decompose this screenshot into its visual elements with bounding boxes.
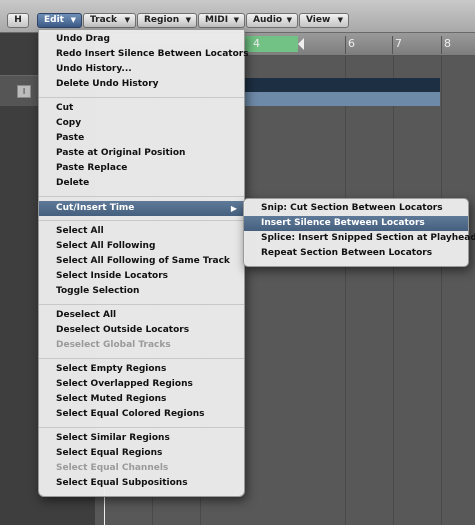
menu-item-cut-insert-time[interactable]: Cut/Insert Time ▶ (39, 201, 244, 216)
menu-item-select-equal-regions[interactable]: Select Equal Regions (39, 446, 244, 461)
edit-menu-button[interactable]: Edit ▼ (37, 13, 82, 28)
chevron-down-icon: ▼ (286, 16, 292, 24)
chevron-down-icon: ▼ (233, 16, 239, 24)
midi-menu-button[interactable]: MIDI ▼ (198, 13, 245, 28)
track-menu-label: Track (90, 15, 117, 25)
submenu-arrow-icon: ▶ (230, 204, 237, 213)
menu-item-select-equal-channels: Select Equal Channels (56, 463, 169, 473)
menu-item-deselect-all[interactable]: Deselect All (39, 308, 244, 323)
region-menu-button[interactable]: Region ▼ (137, 13, 197, 28)
menu-separator (39, 304, 244, 305)
edit-menu: Undo Drag Redo Insert Silence Between Lo… (38, 29, 249, 497)
submenu-item-splice[interactable]: Splice: Insert Snipped Section at Playhe… (244, 231, 475, 246)
menu-separator (39, 196, 244, 197)
ruler-tick (441, 36, 442, 54)
menu-item-paste-replace[interactable]: Paste Replace (39, 161, 244, 176)
hide-button[interactable]: H (7, 13, 29, 28)
menu-item-deselect-global-tracks: Deselect Global Tracks (56, 340, 171, 350)
audio-menu-label: Audio (253, 15, 283, 25)
menu-item-select-similar-regions[interactable]: Select Similar Regions (39, 431, 244, 446)
region-header[interactable] (243, 78, 440, 92)
cut-insert-time-submenu: Snip: Cut Section Between Locators Inser… (243, 198, 475, 267)
menu-item-select-all-following-same-track[interactable]: Select All Following of Same Track (39, 254, 244, 269)
chevron-down-icon: ▼ (337, 16, 343, 24)
menu-item-deselect-outside-locators[interactable]: Deselect Outside Locators (39, 323, 244, 338)
audio-region[interactable] (243, 92, 440, 106)
menu-item-delete-undo-history[interactable]: Delete Undo History (39, 77, 244, 92)
region-menu-label: Region (144, 15, 180, 25)
menu-item-redo-insert-silence[interactable]: Redo Insert Silence Between Locators (39, 47, 249, 62)
menu-item-delete[interactable]: Delete (39, 176, 244, 191)
view-menu-label: View (306, 15, 331, 25)
menu-separator (39, 97, 244, 98)
menu-item-select-all-following[interactable]: Select All Following (39, 239, 244, 254)
ruler-number: 7 (395, 37, 402, 50)
submenu-item-insert-silence[interactable]: Insert Silence Between Locators (244, 216, 468, 231)
menu-separator (39, 427, 244, 428)
menu-item-select-all[interactable]: Select All (39, 224, 244, 239)
chevron-down-icon: ▼ (185, 16, 191, 24)
audio-menu-button[interactable]: Audio ▼ (246, 13, 298, 28)
ruler-number: 4 (253, 37, 260, 50)
edit-menu-label: Edit (44, 15, 64, 25)
chevron-down-icon: ▼ (70, 16, 76, 24)
menu-item-undo-drag[interactable]: Undo Drag (39, 32, 244, 47)
submenu-item-snip[interactable]: Snip: Cut Section Between Locators (244, 201, 468, 216)
grid-line (441, 56, 442, 525)
menu-separator (39, 220, 244, 221)
midi-menu-label: MIDI (205, 15, 229, 25)
menu-item-select-muted-regions[interactable]: Select Muted Regions (39, 392, 244, 407)
menu-item-copy[interactable]: Copy (39, 116, 244, 131)
chevron-down-icon: ▼ (124, 16, 130, 24)
ruler-tick (392, 36, 393, 54)
menu-item-cut[interactable]: Cut (39, 101, 244, 116)
ruler-number: 8 (444, 37, 451, 50)
track-menu-button[interactable]: Track ▼ (83, 13, 136, 28)
submenu-item-repeat-section[interactable]: Repeat Section Between Locators (244, 246, 468, 261)
ruler-tick (345, 36, 346, 54)
menu-item-select-empty-regions[interactable]: Select Empty Regions (39, 362, 244, 377)
menu-item-paste-original-position[interactable]: Paste at Original Position (39, 146, 244, 161)
menu-item-select-overlapped-regions[interactable]: Select Overlapped Regions (39, 377, 244, 392)
ruler-number: 6 (348, 37, 355, 50)
menu-item-select-equal-colored-regions[interactable]: Select Equal Colored Regions (39, 407, 244, 422)
left-locator-icon[interactable] (298, 38, 304, 50)
menu-item-select-inside-locators[interactable]: Select Inside Locators (39, 269, 244, 284)
menu-item-select-equal-subpositions[interactable]: Select Equal Subpositions (39, 476, 244, 491)
menu-item-toggle-selection[interactable]: Toggle Selection (39, 284, 244, 299)
grid-line (345, 56, 346, 525)
view-menu-button[interactable]: View ▼ (299, 13, 349, 28)
menu-separator (39, 358, 244, 359)
menu-item-paste[interactable]: Paste (39, 131, 244, 146)
grid-line (393, 56, 394, 525)
input-monitor-button[interactable]: I (17, 85, 31, 98)
menu-item-undo-history[interactable]: Undo History... (39, 62, 244, 77)
menu-item-label: Cut/Insert Time (56, 203, 135, 213)
